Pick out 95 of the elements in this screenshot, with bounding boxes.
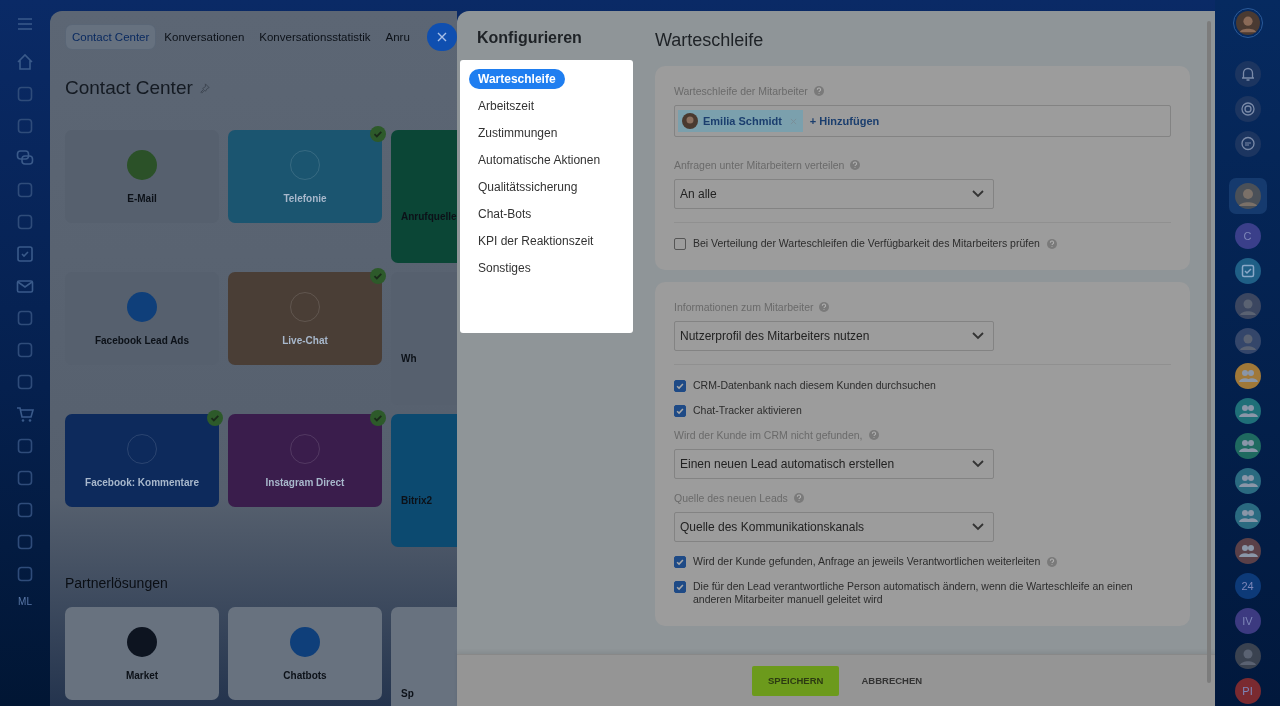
avatar-icon <box>682 113 698 129</box>
checkmark-badge-icon <box>207 410 223 426</box>
cancel-button[interactable]: ABBRECHEN <box>845 665 939 696</box>
tab[interactable]: Anru <box>378 24 417 50</box>
chat-avatar[interactable]: 24 <box>1234 573 1261 599</box>
menu-item[interactable]: Sonstiges <box>469 258 540 278</box>
tile-label: Facebook Lead Ads <box>94 334 190 346</box>
tile-label: Telefonie <box>283 192 327 204</box>
chat-icon[interactable] <box>15 148 35 168</box>
checkmark-badge-icon <box>370 410 386 426</box>
task-chat-icon[interactable] <box>1234 258 1261 284</box>
menu-item[interactable]: Chat-Bots <box>469 204 541 224</box>
partner-icon <box>290 626 320 657</box>
partner-icon <box>127 626 157 657</box>
group-chat-icon[interactable] <box>1234 363 1261 389</box>
chat-icon[interactable] <box>1234 131 1261 157</box>
tab[interactable]: Contact Center <box>65 24 157 50</box>
tile-label: Sp <box>401 688 414 699</box>
checkbox[interactable] <box>674 238 686 250</box>
channel-tile[interactable]: E-Mail <box>65 130 219 223</box>
channel-tile[interactable]: Bitrix2 <box>391 414 457 547</box>
partner-tile[interactable]: Sp <box>391 607 457 706</box>
help-icon[interactable] <box>813 86 824 96</box>
partner-tile[interactable]: Market <box>65 607 219 700</box>
save-button[interactable]: SPEICHERN <box>752 665 840 696</box>
chevron-down-icon <box>972 332 984 340</box>
chat-avatar[interactable] <box>1234 643 1261 669</box>
tab[interactable]: Konversationsstatistik <box>252 24 378 50</box>
dropdown-field[interactable]: Nutzerprofil des Mitarbeiters nutzen <box>674 321 994 351</box>
dropdown-field[interactable]: Einen neuen Lead automatisch erstellen <box>674 449 994 479</box>
checkbox-label: CRM-Datenbank nach diesem Kunden durchsuchen <box>693 379 936 392</box>
group-chat-icon[interactable] <box>1234 503 1261 529</box>
menu-item[interactable]: Warteschleife <box>469 69 565 89</box>
panel-title: Warteschleife <box>655 30 765 51</box>
pin-icon[interactable] <box>198 82 210 94</box>
checkbox-icon[interactable] <box>15 244 35 264</box>
user-tag[interactable]: Emilia Schmidt <box>678 110 803 132</box>
tile-label: Market <box>125 669 159 681</box>
checkbox[interactable] <box>674 556 686 568</box>
checkbox[interactable] <box>674 581 686 593</box>
tile-label: Chatbots <box>283 669 327 681</box>
menu-item[interactable]: KPI der Reaktionszeit <box>469 231 603 251</box>
checkbox[interactable] <box>674 380 686 392</box>
help-icon[interactable] <box>819 302 830 312</box>
help-icon[interactable] <box>793 493 804 503</box>
group-chat-icon[interactable] <box>1234 433 1261 459</box>
add-link[interactable]: + Hinzufügen <box>809 115 880 127</box>
user-picker-field[interactable]: Emilia Schmidt + Hinzufügen <box>674 105 1171 137</box>
help-icon[interactable] <box>868 430 879 440</box>
help-icon[interactable] <box>1047 557 1058 567</box>
help-icon[interactable] <box>1046 239 1057 249</box>
contact-avatar[interactable] <box>1228 178 1267 214</box>
tile-label: Wh <box>401 353 417 364</box>
checkbox-label: Bei Verteilung der Warteschleifen die Verfügbarkeit des Mitarbeiters prüfen <box>693 237 1040 250</box>
menu-item[interactable]: Zustimmungen <box>469 123 567 143</box>
page-title: Contact Center <box>65 77 193 99</box>
tile-label: Live-Chat <box>282 334 328 346</box>
channel-icon <box>127 291 157 322</box>
chat-avatar[interactable] <box>1234 293 1261 319</box>
help-icon[interactable] <box>850 160 861 170</box>
group-chat-icon[interactable] <box>1234 398 1261 424</box>
menu-item[interactable]: Qualitätssicherung <box>469 177 587 197</box>
tile-label: E-Mail <box>127 192 157 204</box>
menu-item[interactable]: Arbeitszeit <box>469 96 544 116</box>
chat-avatar[interactable]: IV <box>1234 608 1261 634</box>
close-icon <box>437 32 447 42</box>
partner-tile[interactable]: Chatbots <box>228 607 382 700</box>
group-chat-icon[interactable] <box>1234 468 1261 494</box>
tab[interactable]: Konversationen <box>157 24 252 50</box>
checkmark-badge-icon <box>370 126 386 142</box>
dropdown-field[interactable]: An alle <box>674 179 994 209</box>
nav-label[interactable]: ML <box>18 596 32 607</box>
checkmark-badge-icon <box>370 268 386 284</box>
checkbox-label: Die für den Lead verantwortliche Person automatisch ändern, wenn die Warteschleife an einen anderen Mitarbeiter manuell geleitet wird <box>693 580 1134 606</box>
checkbox[interactable] <box>674 405 686 417</box>
chat-avatar[interactable]: PI <box>1234 678 1261 704</box>
menu-title: Konfigurieren <box>477 29 583 47</box>
channel-icon <box>127 149 157 180</box>
cart-icon[interactable] <box>15 404 35 424</box>
bell-icon[interactable] <box>1234 61 1261 87</box>
menu-item[interactable]: Automatische Aktionen <box>469 150 610 170</box>
tile-label: Bitrix2 <box>401 495 433 506</box>
chat-avatar[interactable] <box>1234 328 1261 354</box>
chevron-down-icon <box>972 460 984 468</box>
home-icon[interactable] <box>15 52 35 72</box>
chat-avatar[interactable]: C <box>1234 223 1261 249</box>
tile-label: Instagram Direct <box>265 476 345 488</box>
checkbox-label: Wird der Kunde gefunden, Anfrage an jeweils Verantwortlichen weiterleiten <box>693 555 1041 568</box>
dropdown-field[interactable]: Quelle des Kommunikationskanals <box>674 512 994 542</box>
chevron-down-icon <box>972 190 984 198</box>
tile-label: Facebook: Kommentare <box>85 476 199 488</box>
group-chat-icon[interactable] <box>1234 538 1261 564</box>
checkbox-label: Chat-Tracker aktivieren <box>693 404 802 417</box>
section-heading: Partnerlösungen <box>65 575 168 591</box>
chevron-down-icon <box>972 523 984 531</box>
